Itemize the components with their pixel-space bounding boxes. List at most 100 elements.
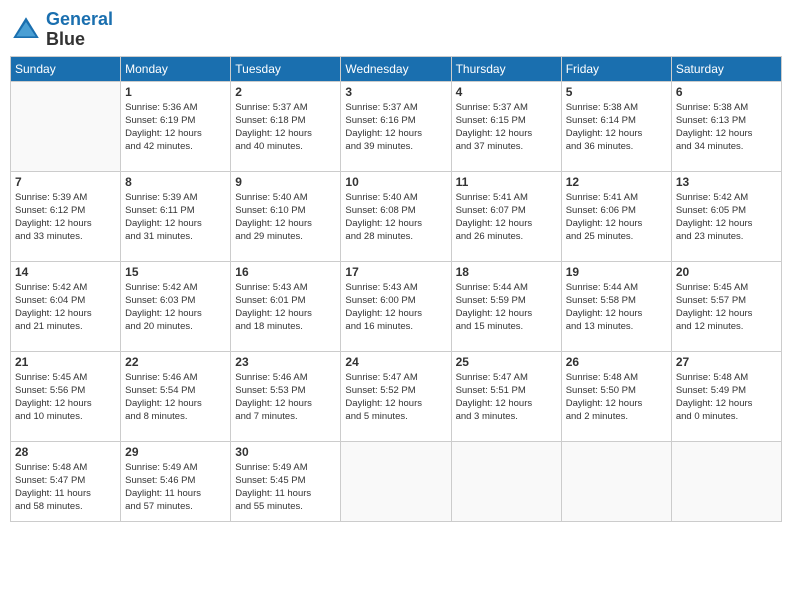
day-info: Sunrise: 5:45 AM Sunset: 5:57 PM Dayligh… xyxy=(676,281,777,334)
day-info: Sunrise: 5:38 AM Sunset: 6:14 PM Dayligh… xyxy=(566,101,667,154)
day-number: 11 xyxy=(456,175,557,189)
day-number: 16 xyxy=(235,265,336,279)
day-info: Sunrise: 5:43 AM Sunset: 6:01 PM Dayligh… xyxy=(235,281,336,334)
day-info: Sunrise: 5:37 AM Sunset: 6:18 PM Dayligh… xyxy=(235,101,336,154)
day-info: Sunrise: 5:40 AM Sunset: 6:10 PM Dayligh… xyxy=(235,191,336,244)
day-info: Sunrise: 5:39 AM Sunset: 6:12 PM Dayligh… xyxy=(15,191,116,244)
day-number: 25 xyxy=(456,355,557,369)
calendar-cell: 11 Sunrise: 5:41 AM Sunset: 6:07 PM Dayli… xyxy=(451,171,561,261)
day-info: Sunrise: 5:42 AM Sunset: 6:04 PM Dayligh… xyxy=(15,281,116,334)
calendar-cell xyxy=(671,441,781,521)
day-number: 15 xyxy=(125,265,226,279)
calendar-cell: 6Sunrise: 5:38 AM Sunset: 6:13 PM Daylig… xyxy=(671,81,781,171)
day-number: 2 xyxy=(235,85,336,99)
calendar-cell: 24 Sunrise: 5:47 AM Sunset: 5:52 PM Dayli… xyxy=(341,351,451,441)
calendar-cell: 3Sunrise: 5:37 AM Sunset: 6:16 PM Daylig… xyxy=(341,81,451,171)
calendar-cell: 18 Sunrise: 5:44 AM Sunset: 5:59 PM Dayli… xyxy=(451,261,561,351)
day-info: Sunrise: 5:46 AM Sunset: 5:53 PM Dayligh… xyxy=(235,371,336,424)
calendar-cell: 29 Sunrise: 5:49 AM Sunset: 5:46 PM Dayli… xyxy=(121,441,231,521)
calendar-cell xyxy=(11,81,121,171)
calendar-cell xyxy=(451,441,561,521)
calendar-cell: 2 Sunrise: 5:37 AM Sunset: 6:18 PM Daylig… xyxy=(231,81,341,171)
calendar-cell: 22 Sunrise: 5:46 AM Sunset: 5:54 PM Dayli… xyxy=(121,351,231,441)
day-info: Sunrise: 5:48 AM Sunset: 5:50 PM Dayligh… xyxy=(566,371,667,424)
day-number: 17 xyxy=(345,265,446,279)
calendar-cell: 1 Sunrise: 5:36 AM Sunset: 6:19 PM Daylig… xyxy=(121,81,231,171)
logo-text: General Blue xyxy=(46,10,113,50)
day-number: 13 xyxy=(676,175,777,189)
day-info: Sunrise: 5:48 AM Sunset: 5:49 PM Dayligh… xyxy=(676,371,777,424)
calendar-cell: 25 Sunrise: 5:47 AM Sunset: 5:51 PM Dayli… xyxy=(451,351,561,441)
day-number: 8 xyxy=(125,175,226,189)
day-info: Sunrise: 5:48 AM Sunset: 5:47 PM Dayligh… xyxy=(15,461,116,514)
day-number: 19 xyxy=(566,265,667,279)
calendar-cell: 13 Sunrise: 5:42 AM Sunset: 6:05 PM Dayli… xyxy=(671,171,781,261)
day-info: Sunrise: 5:37 AM Sunset: 6:15 PM Dayligh… xyxy=(456,101,557,154)
day-number: 9 xyxy=(235,175,336,189)
weekday-header-sunday: Sunday xyxy=(11,56,121,81)
day-info: Sunrise: 5:42 AM Sunset: 6:03 PM Dayligh… xyxy=(125,281,226,334)
calendar-cell: 21 Sunrise: 5:45 AM Sunset: 5:56 PM Dayli… xyxy=(11,351,121,441)
calendar-cell: 5 Sunrise: 5:38 AM Sunset: 6:14 PM Daylig… xyxy=(561,81,671,171)
day-info: Sunrise: 5:41 AM Sunset: 6:07 PM Dayligh… xyxy=(456,191,557,244)
calendar-cell: 20 Sunrise: 5:45 AM Sunset: 5:57 PM Dayli… xyxy=(671,261,781,351)
day-number: 1 xyxy=(125,85,226,99)
day-info: Sunrise: 5:44 AM Sunset: 5:58 PM Dayligh… xyxy=(566,281,667,334)
logo: General Blue xyxy=(10,10,113,50)
day-info: Sunrise: 5:43 AM Sunset: 6:00 PM Dayligh… xyxy=(345,281,446,334)
calendar-cell: 7Sunrise: 5:39 AM Sunset: 6:12 PM Daylig… xyxy=(11,171,121,261)
day-info: Sunrise: 5:37 AM Sunset: 6:16 PM Dayligh… xyxy=(345,101,446,154)
calendar-cell: 23 Sunrise: 5:46 AM Sunset: 5:53 PM Dayli… xyxy=(231,351,341,441)
day-number: 24 xyxy=(345,355,446,369)
weekday-header-thursday: Thursday xyxy=(451,56,561,81)
day-info: Sunrise: 5:41 AM Sunset: 6:06 PM Dayligh… xyxy=(566,191,667,244)
calendar-cell: 4 Sunrise: 5:37 AM Sunset: 6:15 PM Daylig… xyxy=(451,81,561,171)
day-info: Sunrise: 5:45 AM Sunset: 5:56 PM Dayligh… xyxy=(15,371,116,424)
day-info: Sunrise: 5:42 AM Sunset: 6:05 PM Dayligh… xyxy=(676,191,777,244)
day-info: Sunrise: 5:46 AM Sunset: 5:54 PM Dayligh… xyxy=(125,371,226,424)
day-number: 27 xyxy=(676,355,777,369)
calendar-cell: 19 Sunrise: 5:44 AM Sunset: 5:58 PM Dayli… xyxy=(561,261,671,351)
calendar-cell: 16 Sunrise: 5:43 AM Sunset: 6:01 PM Dayli… xyxy=(231,261,341,351)
day-number: 20 xyxy=(676,265,777,279)
calendar-cell xyxy=(341,441,451,521)
calendar-cell: 17 Sunrise: 5:43 AM Sunset: 6:00 PM Dayli… xyxy=(341,261,451,351)
day-number: 29 xyxy=(125,445,226,459)
calendar-cell: 27 Sunrise: 5:48 AM Sunset: 5:49 PM Dayli… xyxy=(671,351,781,441)
day-number: 21 xyxy=(15,355,116,369)
day-number: 12 xyxy=(566,175,667,189)
day-info: Sunrise: 5:39 AM Sunset: 6:11 PM Dayligh… xyxy=(125,191,226,244)
day-info: Sunrise: 5:49 AM Sunset: 5:45 PM Dayligh… xyxy=(235,461,336,514)
page-header: General Blue xyxy=(10,10,782,50)
weekday-header-tuesday: Tuesday xyxy=(231,56,341,81)
day-info: Sunrise: 5:47 AM Sunset: 5:52 PM Dayligh… xyxy=(345,371,446,424)
day-number: 5 xyxy=(566,85,667,99)
calendar-cell: 28 Sunrise: 5:48 AM Sunset: 5:47 PM Dayli… xyxy=(11,441,121,521)
calendar-cell: 8 Sunrise: 5:39 AM Sunset: 6:11 PM Daylig… xyxy=(121,171,231,261)
weekday-header-wednesday: Wednesday xyxy=(341,56,451,81)
day-number: 4 xyxy=(456,85,557,99)
day-number: 30 xyxy=(235,445,336,459)
weekday-header-saturday: Saturday xyxy=(671,56,781,81)
day-info: Sunrise: 5:44 AM Sunset: 5:59 PM Dayligh… xyxy=(456,281,557,334)
weekday-header-friday: Friday xyxy=(561,56,671,81)
logo-icon xyxy=(10,14,42,46)
calendar-table: SundayMondayTuesdayWednesdayThursdayFrid… xyxy=(10,56,782,522)
day-number: 22 xyxy=(125,355,226,369)
day-info: Sunrise: 5:49 AM Sunset: 5:46 PM Dayligh… xyxy=(125,461,226,514)
calendar-cell: 26Sunrise: 5:48 AM Sunset: 5:50 PM Dayli… xyxy=(561,351,671,441)
calendar-cell: 14 Sunrise: 5:42 AM Sunset: 6:04 PM Dayli… xyxy=(11,261,121,351)
calendar-cell: 9 Sunrise: 5:40 AM Sunset: 6:10 PM Daylig… xyxy=(231,171,341,261)
calendar-cell xyxy=(561,441,671,521)
day-info: Sunrise: 5:47 AM Sunset: 5:51 PM Dayligh… xyxy=(456,371,557,424)
day-number: 18 xyxy=(456,265,557,279)
day-number: 10 xyxy=(345,175,446,189)
day-info: Sunrise: 5:38 AM Sunset: 6:13 PM Dayligh… xyxy=(676,101,777,154)
day-number: 28 xyxy=(15,445,116,459)
calendar-cell: 15 Sunrise: 5:42 AM Sunset: 6:03 PM Dayli… xyxy=(121,261,231,351)
day-number: 14 xyxy=(15,265,116,279)
day-number: 23 xyxy=(235,355,336,369)
weekday-header-monday: Monday xyxy=(121,56,231,81)
day-info: Sunrise: 5:36 AM Sunset: 6:19 PM Dayligh… xyxy=(125,101,226,154)
calendar-cell: 10Sunrise: 5:40 AM Sunset: 6:08 PM Dayli… xyxy=(341,171,451,261)
